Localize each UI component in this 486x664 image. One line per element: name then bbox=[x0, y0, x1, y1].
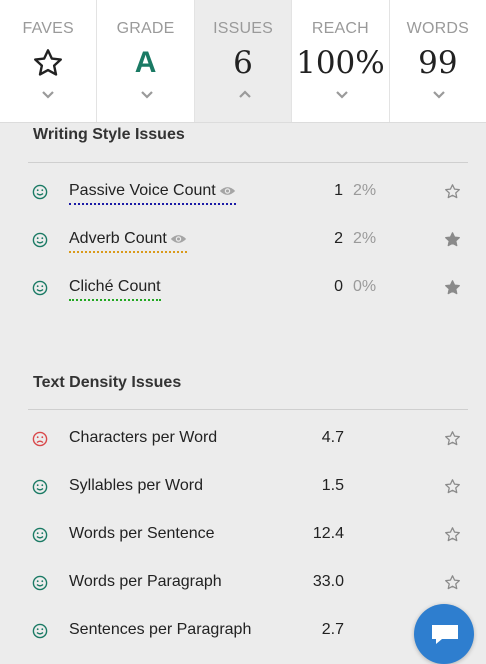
tab-grade-label: GRADE bbox=[116, 20, 175, 37]
issue-percent: 0% bbox=[353, 278, 377, 295]
density-value: 4.7 bbox=[321, 429, 344, 446]
density-name: Words per Sentence bbox=[69, 525, 215, 542]
smiley-face-icon bbox=[32, 623, 48, 639]
smiley-face-icon bbox=[32, 184, 48, 200]
chat-bubble-icon bbox=[432, 625, 458, 644]
tab-reach-label: REACH bbox=[311, 20, 369, 37]
smiley-face-icon bbox=[32, 280, 48, 296]
tab-words-label: WORDS bbox=[406, 20, 469, 37]
chevron-up-icon bbox=[239, 90, 251, 98]
smiley-face-icon bbox=[32, 232, 48, 248]
density-row[interactable]: Syllables per Word 1.5 bbox=[0, 473, 486, 503]
star-outline-icon[interactable] bbox=[444, 183, 461, 200]
tab-faves-label: FAVES bbox=[22, 20, 74, 37]
smiley-face-icon bbox=[32, 527, 48, 543]
density-name: Sentences per Paragraph bbox=[69, 621, 252, 638]
reach-value: 100% bbox=[296, 45, 385, 81]
issues-value: 6 bbox=[233, 45, 253, 81]
density-value: 12.4 bbox=[312, 525, 344, 542]
chevron-down-icon bbox=[432, 91, 445, 99]
eye-icon[interactable] bbox=[219, 185, 236, 197]
density-row[interactable]: Words per Paragraph 33.0 bbox=[0, 569, 486, 599]
chevron-down-icon bbox=[336, 91, 348, 99]
star-outline-icon bbox=[34, 49, 63, 76]
issue-percent: 2% bbox=[353, 230, 377, 247]
smiley-face-icon bbox=[32, 575, 48, 591]
tab-reach[interactable]: REACH 100% bbox=[292, 0, 390, 122]
tab-issues[interactable]: ISSUES 6 bbox=[194, 0, 293, 122]
chevron-down-icon bbox=[42, 91, 54, 99]
tab-grade[interactable]: GRADE A bbox=[97, 0, 195, 122]
tab-faves[interactable]: FAVES bbox=[0, 0, 98, 122]
star-outline-icon[interactable] bbox=[444, 526, 461, 543]
stats-tab-bar: FAVES GRADE A ISSUES 6 REACH 100% WORDS … bbox=[0, 0, 486, 123]
star-filled-icon[interactable] bbox=[444, 279, 461, 296]
issue-name-text: Adverb Count bbox=[69, 230, 167, 247]
issue-name[interactable]: Cliché Count bbox=[69, 278, 161, 301]
section-divider bbox=[28, 162, 468, 163]
grade-value: A bbox=[134, 46, 157, 79]
star-filled-icon[interactable] bbox=[444, 231, 461, 248]
issue-row[interactable]: Passive Voice Count 1 2% bbox=[0, 178, 486, 208]
density-row[interactable]: Words per Sentence 12.4 bbox=[0, 521, 486, 551]
star-outline-icon[interactable] bbox=[444, 478, 461, 495]
density-row[interactable]: Characters per Word 4.7 bbox=[0, 425, 486, 455]
chat-button[interactable] bbox=[414, 604, 474, 664]
issue-row[interactable]: Cliché Count 0 0% bbox=[0, 274, 486, 304]
text-density-title: Text Density Issues bbox=[33, 374, 182, 391]
issue-percent: 2% bbox=[353, 182, 377, 199]
writing-style-title: Writing Style Issues bbox=[33, 126, 185, 143]
star-outline-icon[interactable] bbox=[444, 574, 461, 591]
issue-count: 2 bbox=[334, 230, 343, 247]
density-name: Words per Paragraph bbox=[69, 573, 222, 590]
eye-icon[interactable] bbox=[170, 233, 187, 245]
density-value: 2.7 bbox=[321, 621, 344, 638]
smiley-face-icon bbox=[32, 479, 48, 495]
issue-name-text: Passive Voice Count bbox=[69, 182, 216, 199]
density-name: Syllables per Word bbox=[69, 477, 203, 494]
issue-count: 1 bbox=[334, 182, 343, 199]
section-divider bbox=[28, 409, 468, 410]
star-outline-icon[interactable] bbox=[444, 430, 461, 447]
tab-issues-label: ISSUES bbox=[213, 20, 273, 37]
issue-name-text: Cliché Count bbox=[69, 278, 161, 295]
issue-name[interactable]: Passive Voice Count bbox=[69, 182, 236, 205]
density-name: Characters per Word bbox=[69, 429, 218, 446]
tab-words[interactable]: WORDS 99 bbox=[389, 0, 486, 122]
issue-row[interactable]: Adverb Count 2 2% bbox=[0, 226, 486, 256]
words-value: 99 bbox=[418, 45, 458, 81]
chevron-down-icon bbox=[141, 91, 154, 99]
density-value: 1.5 bbox=[321, 477, 344, 494]
issue-count: 0 bbox=[334, 278, 343, 295]
density-value: 33.0 bbox=[312, 573, 344, 590]
issue-name[interactable]: Adverb Count bbox=[69, 230, 187, 253]
frown-face-icon bbox=[32, 431, 48, 447]
